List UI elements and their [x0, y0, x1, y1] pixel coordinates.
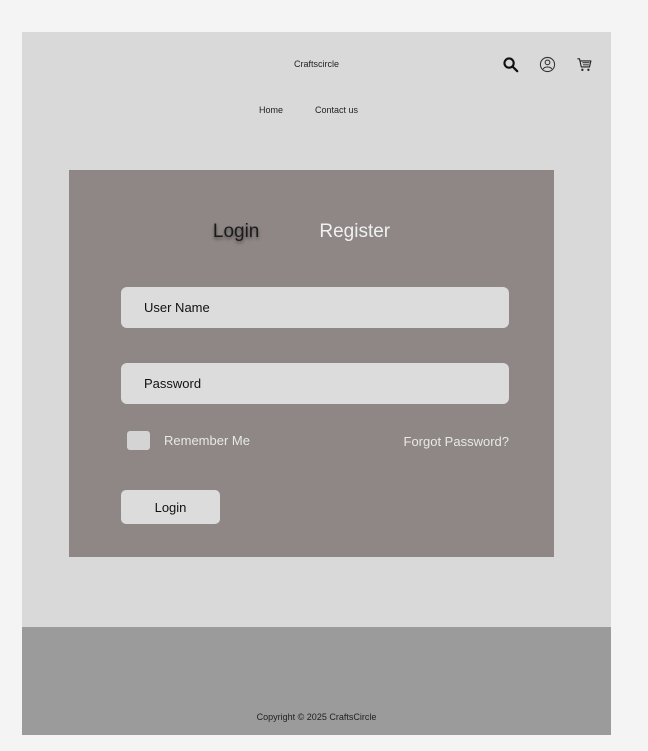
- user-icon[interactable]: [538, 55, 557, 74]
- username-field[interactable]: User Name: [121, 287, 509, 328]
- page-frame: Craftscircle Home Contact us Login Regis…: [22, 32, 611, 735]
- footer: Copyright © 2025 CraftsCircle: [22, 627, 611, 735]
- login-button[interactable]: Login: [121, 490, 220, 524]
- username-placeholder: User Name: [144, 300, 210, 315]
- password-placeholder: Password: [144, 376, 202, 391]
- forgot-password-link[interactable]: Forgot Password?: [404, 434, 510, 449]
- tab-login[interactable]: Login: [213, 221, 260, 243]
- auth-tabs: Login Register: [69, 221, 554, 243]
- copyright-text: Copyright © 2025 CraftsCircle: [256, 712, 377, 722]
- tab-register[interactable]: Register: [319, 221, 390, 243]
- remember-me[interactable]: Remember Me: [127, 431, 250, 450]
- cart-icon[interactable]: [575, 55, 594, 74]
- nav-item-home[interactable]: Home: [259, 105, 283, 115]
- nav-item-contact-us[interactable]: Contact us: [315, 105, 358, 115]
- search-icon[interactable]: [501, 55, 520, 74]
- password-field[interactable]: Password: [121, 363, 509, 404]
- auth-card: Login Register User Name Password Rememb…: [69, 170, 554, 557]
- remember-me-label: Remember Me: [164, 433, 250, 448]
- main-nav: Home Contact us: [22, 105, 611, 115]
- remember-me-checkbox[interactable]: [127, 431, 150, 450]
- header-actions: [501, 55, 594, 74]
